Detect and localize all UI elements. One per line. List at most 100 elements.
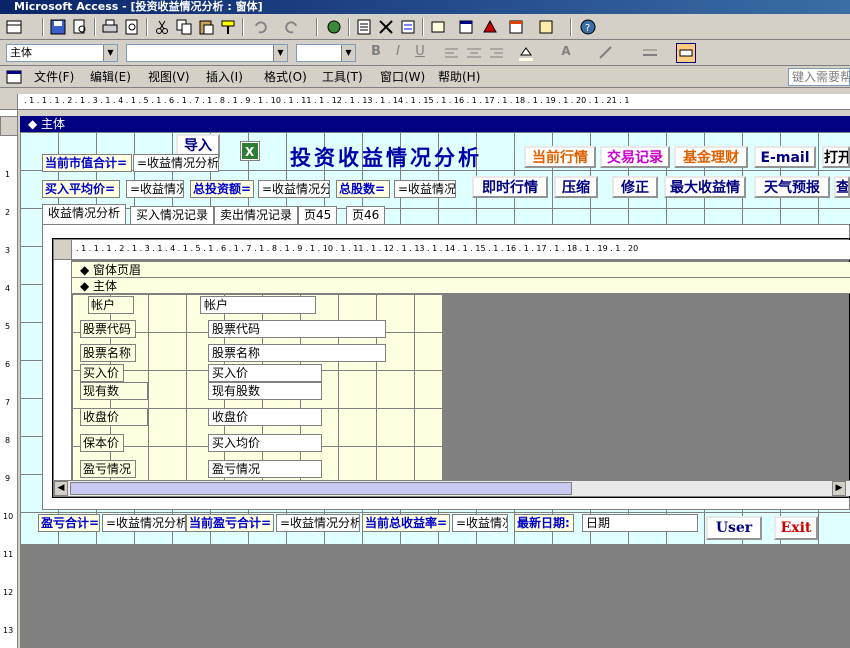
menu-file[interactable]: 文件(F)	[34, 66, 74, 88]
tab-profit-analysis[interactable]: 收益情况分析	[42, 204, 127, 224]
menu-bar: 文件(F) 编辑(E) 视图(V) 插入(I) 格式(O) 工具(T) 窗口(W…	[0, 66, 850, 88]
user-button[interactable]: User	[706, 516, 762, 540]
vertical-ruler: 1 2 3 4 5 6 7 8 9 10 11 12 13	[0, 110, 18, 648]
build-icon[interactable]	[480, 17, 500, 37]
object-combo[interactable]: 主体 ▼	[6, 44, 118, 62]
field-profit-loss[interactable]: 盈亏情况	[208, 460, 322, 478]
total-shares-field[interactable]: =收益情况:	[394, 180, 456, 198]
menu-window[interactable]: 窗口(W)	[380, 66, 425, 88]
line-color-icon[interactable]	[596, 43, 616, 63]
compress-button[interactable]: 压缩	[554, 176, 598, 198]
menu-view[interactable]: 视图(V)	[148, 66, 190, 88]
trade-record-button[interactable]: 交易记录	[600, 146, 670, 168]
menu-tools[interactable]: 工具(T)	[322, 66, 363, 88]
copy-icon[interactable]	[174, 17, 194, 37]
field-stock-name[interactable]: 股票名称	[208, 344, 386, 362]
code-icon[interactable]	[428, 17, 448, 37]
properties-icon[interactable]	[456, 17, 476, 37]
tab-sell-record[interactable]: 卖出情况记录	[214, 206, 299, 224]
field-list-icon[interactable]	[354, 17, 374, 37]
current-rate-field[interactable]: =收益情况	[452, 514, 508, 532]
help-search-input[interactable]: 键入需要帮助	[788, 68, 850, 86]
subform-hscrollbar[interactable]: ◀ ▶	[54, 480, 850, 496]
section-selector[interactable]	[0, 116, 18, 136]
fund-finance-button[interactable]: 基金理财	[674, 146, 748, 168]
new-object-icon[interactable]	[536, 17, 556, 37]
font-combo[interactable]: ▼	[126, 44, 288, 62]
open-button[interactable]: 打开	[822, 146, 850, 168]
align-center-icon[interactable]	[464, 43, 484, 63]
redo-icon[interactable]	[282, 17, 302, 37]
market-value-field[interactable]: =收益情况分析!	[133, 154, 219, 172]
total-invest-field[interactable]: =收益情况分	[258, 180, 330, 198]
form-icon[interactable]	[4, 67, 24, 87]
paste-icon[interactable]	[196, 17, 216, 37]
field-stock-code[interactable]: 股票代码	[208, 320, 386, 338]
section-bar-main[interactable]: ◆ 主体	[20, 116, 850, 132]
underline-icon[interactable]: U	[410, 43, 430, 63]
label-stock-name: 股票名称	[80, 344, 136, 362]
help-icon[interactable]: ?	[578, 17, 598, 37]
tab-buy-record[interactable]: 买入情况记录	[130, 206, 215, 224]
avg-buy-label: 买入平均价=	[42, 180, 120, 198]
tab-page46[interactable]: 页46	[346, 206, 386, 224]
tab-page45[interactable]: 页45	[298, 206, 338, 224]
scroll-thumb[interactable]	[70, 482, 572, 495]
latest-date-field[interactable]: 日期	[582, 514, 698, 532]
undo-icon[interactable]	[250, 17, 270, 37]
excel-icon[interactable]: X	[240, 141, 260, 161]
current-quote-button[interactable]: 当前行情	[524, 146, 596, 168]
profit-total-field[interactable]: =收益情况分析!	[102, 514, 186, 532]
view-icon[interactable]	[4, 17, 24, 37]
scroll-left-icon[interactable]: ◀	[54, 481, 68, 496]
menu-help[interactable]: 帮助(H)	[438, 66, 480, 88]
menu-insert[interactable]: 插入(I)	[206, 66, 243, 88]
design-empty-area	[20, 544, 850, 648]
align-left-icon[interactable]	[442, 43, 462, 63]
fix-button[interactable]: 修正	[612, 176, 658, 198]
current-profit-label: 当前盈亏合计=	[186, 514, 274, 532]
font-size-combo[interactable]: ▼	[296, 44, 356, 62]
scroll-right-icon[interactable]: ▶	[832, 481, 846, 496]
search-file-icon[interactable]	[70, 17, 90, 37]
field-account[interactable]: 帐户	[200, 296, 316, 314]
realtime-quote-button[interactable]: 即时行情	[472, 176, 548, 198]
max-profit-button[interactable]: 最大收益情	[664, 176, 746, 198]
total-shares-label: 总股数=	[336, 180, 390, 198]
subform-main-bar[interactable]: ◆ 主体	[72, 278, 850, 294]
email-button[interactable]: E-mail	[754, 146, 816, 168]
database-window-icon[interactable]	[506, 17, 526, 37]
exit-button[interactable]: Exit	[774, 516, 818, 540]
align-right-icon[interactable]	[486, 43, 506, 63]
avg-buy-field[interactable]: =收益情况	[126, 180, 184, 198]
italic-icon[interactable]: I	[388, 43, 408, 63]
subform-header-bar[interactable]: ◆ 窗体页眉	[72, 262, 850, 278]
field-close-price[interactable]: 收盘价	[208, 408, 322, 426]
print-preview-icon[interactable]	[122, 17, 142, 37]
autoformat-icon[interactable]	[398, 17, 418, 37]
fill-color-icon[interactable]	[516, 43, 536, 63]
current-profit-field[interactable]: =收益情况分析	[276, 514, 360, 532]
toolbox-icon[interactable]	[376, 17, 396, 37]
menu-edit[interactable]: 编辑(E)	[90, 66, 131, 88]
label-account: 帐户	[88, 296, 134, 314]
horizontal-ruler: . 1 . 1 . 1 . 2 . 1 . 3 . 1 . 4 . 1 . 5 …	[0, 94, 850, 110]
save-icon[interactable]	[48, 17, 68, 37]
line-width-icon[interactable]	[640, 43, 660, 63]
weather-button[interactable]: 天气预报	[754, 176, 830, 198]
field-buy-price[interactable]: 买入价	[208, 364, 322, 382]
bold-icon[interactable]: B	[366, 43, 386, 63]
font-color-icon[interactable]: A	[556, 43, 576, 63]
profit-total-label: 盈亏合计=	[38, 514, 100, 532]
menu-format[interactable]: 格式(O)	[264, 66, 307, 88]
query-button[interactable]: 查	[834, 176, 850, 198]
hyperlink-icon[interactable]	[324, 17, 344, 37]
field-holdings[interactable]: 现有股数	[208, 382, 322, 400]
svg-text:?: ?	[585, 23, 590, 34]
print-icon[interactable]	[100, 17, 120, 37]
format-painter-icon[interactable]	[218, 17, 238, 37]
field-avg-buy-price[interactable]: 买入均价	[208, 434, 322, 452]
label-close-price: 收盘价	[80, 408, 148, 426]
special-effect-icon[interactable]	[676, 43, 696, 63]
cut-icon[interactable]	[152, 17, 172, 37]
